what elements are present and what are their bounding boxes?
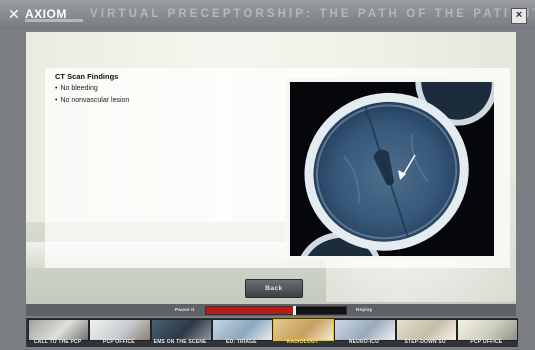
title-bar: ✕ AXIOM VIRTUAL PRECEPTORSHIP: THE PATH … (0, 0, 535, 30)
step-label[interactable]: NEURO-ICU (334, 339, 393, 345)
bullet-icon: • (55, 85, 58, 92)
step-thumbnail[interactable] (28, 319, 90, 341)
ct-scan-svg (290, 82, 494, 256)
step-label[interactable]: STEP-DOWN SU (396, 339, 455, 345)
step-thumbnail[interactable] (211, 319, 273, 341)
back-button[interactable]: Back (245, 279, 303, 298)
findings-title: CT Scan Findings (55, 72, 119, 81)
logo-subtitle-mark (25, 19, 83, 22)
step-label[interactable]: PCP OFFICE (457, 339, 516, 345)
step-thumbnail[interactable] (395, 319, 457, 341)
app-window: ✕ AXIOM VIRTUAL PRECEPTORSHIP: THE PATH … (0, 0, 535, 350)
bullet-icon: • (55, 97, 58, 104)
logo-x-icon: ✕ (8, 7, 20, 23)
progress-track[interactable] (205, 306, 347, 315)
pause-button[interactable]: Pause II (175, 307, 194, 312)
step-label[interactable]: PCP OFFICE (89, 339, 148, 345)
step-thumbnail[interactable] (456, 319, 518, 341)
close-button[interactable]: × (511, 8, 527, 24)
finding-text: No nonvascular lesion (60, 97, 130, 104)
finding-item: • No bleeding (55, 85, 98, 92)
step-label[interactable]: CALL TO THE PCP (28, 339, 87, 345)
step-label[interactable]: ED: TRIAGE (212, 339, 271, 345)
step-thumbnail[interactable] (150, 319, 212, 341)
replay-button[interactable]: Replay (356, 307, 373, 312)
app-title: VIRTUAL PRECEPTORSHIP: THE PATH OF THE P… (90, 8, 535, 20)
progress-fill (206, 307, 295, 314)
axiom-logo: ✕ AXIOM (8, 5, 86, 25)
step-label[interactable]: RADIOLOGY (273, 339, 332, 345)
finding-item: • No nonvascular lesion (55, 97, 129, 104)
finding-text: No bleeding (60, 85, 98, 92)
progress-handle[interactable] (293, 306, 297, 315)
step-label[interactable]: EMS ON THE SCENE (151, 339, 210, 345)
step-thumbnail[interactable] (334, 319, 396, 341)
step-thumbnail[interactable] (89, 319, 151, 341)
step-thumbnail[interactable] (273, 319, 335, 341)
ct-scan-image (290, 82, 494, 256)
